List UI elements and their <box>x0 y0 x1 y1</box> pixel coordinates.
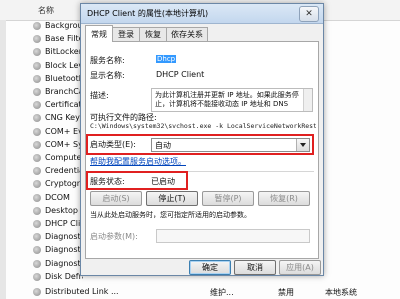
tab-logon[interactable]: 登录 <box>112 27 140 41</box>
gear-icon <box>33 101 41 110</box>
gear-icon <box>33 206 41 215</box>
gear-icon <box>33 48 41 57</box>
close-icon: ✕ <box>305 9 313 19</box>
cancel-button[interactable]: 取消 <box>234 260 276 275</box>
service-name: BranchCache <box>45 87 83 96</box>
gear-icon <box>33 88 41 96</box>
service-name: COM+ System <box>45 139 83 149</box>
service-name: Background <box>45 21 83 30</box>
stop-button[interactable]: 停止(T) <box>146 191 198 206</box>
help-configure-link[interactable]: 帮助我配置服务启动选项。 <box>90 156 186 167</box>
service-name: DCOM <box>45 192 70 202</box>
tab-general[interactable]: 常规 <box>85 25 113 42</box>
description-text: 为此计算机注册并更新 IP 地址。如果此服务停止，计算机将不能接收动态 IP 地… <box>155 91 299 108</box>
service-name-value[interactable]: Dhcp <box>156 55 177 63</box>
start-params-input[interactable] <box>156 229 310 243</box>
gear-icon <box>33 114 41 123</box>
gear-icon <box>33 233 41 242</box>
service-name: Desktop <box>45 205 78 215</box>
gear-icon <box>33 288 41 296</box>
service-name: Disk Defrag <box>45 271 83 281</box>
service-name: Distributed Link ... <box>45 287 119 296</box>
display-name-label: 显示名称: <box>90 71 125 80</box>
tab-general-panel: 服务名称: Dhcp 显示名称: DHCP Client 描述: 为此计算机注册… <box>85 41 319 259</box>
service-startup-type: 禁用 <box>278 288 294 297</box>
description-box[interactable]: 为此计算机注册并更新 IP 地址。如果此服务停止，计算机将不能接收动态 IP 地… <box>151 88 313 112</box>
service-name: Cryptographic <box>45 179 83 189</box>
service-description: 维护... <box>210 288 234 297</box>
service-name: Bluetooth <box>45 73 83 83</box>
dialog-titlebar[interactable]: DHCP Client 的属性(本地计算机) ✕ <box>81 4 323 24</box>
service-name: COM+ Event <box>45 126 83 136</box>
gear-icon <box>33 35 41 44</box>
description-label: 描述: <box>90 91 109 100</box>
service-name: Base Filtering <box>45 34 83 44</box>
gear-icon <box>33 180 41 189</box>
gear-icon <box>33 272 41 281</box>
tab-dependencies[interactable]: 依存关系 <box>166 27 208 41</box>
resume-button[interactable]: 恢复(R) <box>258 191 310 206</box>
gear-icon <box>33 74 41 83</box>
service-name-label: 服务名称: <box>90 56 125 65</box>
service-name: DHCP Client <box>45 219 83 228</box>
gear-icon <box>33 22 41 30</box>
service-name: Certificate <box>45 100 83 110</box>
column-header-name[interactable]: 名称 <box>38 5 54 16</box>
ok-button[interactable]: 确定 <box>189 260 231 275</box>
service-name: Block Level <box>45 60 83 70</box>
tab-recovery[interactable]: 恢复 <box>139 27 167 41</box>
display-name-value[interactable]: DHCP Client <box>156 70 204 79</box>
table-row[interactable]: Distributed Link ... 维护... 禁用 本地系统 <box>0 286 400 298</box>
gear-icon <box>33 220 41 228</box>
params-hint: 当从此处启动服务时，您可指定所适用的启动参数。 <box>90 211 251 219</box>
service-logon-as: 本地系统 <box>325 288 357 297</box>
status-highlight <box>86 171 188 190</box>
gear-icon <box>33 61 41 70</box>
gear-icon <box>33 246 41 255</box>
pause-button[interactable]: 暂停(P) <box>202 191 254 206</box>
start-button[interactable]: 启动(S) <box>90 191 142 206</box>
gear-icon <box>33 154 41 162</box>
service-name: Diagnostic <box>45 258 83 268</box>
description-scrollbar[interactable] <box>303 89 312 111</box>
service-name: Diagnostic <box>45 232 83 242</box>
gear-icon <box>33 259 41 268</box>
gear-icon <box>33 140 41 149</box>
params-label: 启动参数(M): <box>90 232 138 241</box>
gear-icon <box>33 127 41 136</box>
startup-type-highlight <box>86 134 314 155</box>
service-name: Diagnostic <box>45 245 83 255</box>
service-name: Credential <box>45 166 83 176</box>
gear-icon <box>33 193 41 202</box>
exe-path-value: C:\Windows\system32\svchost.exe -k Local… <box>90 122 316 130</box>
service-name: Computer <box>45 153 83 162</box>
dialog-title: DHCP Client 的属性(本地计算机) <box>87 9 209 18</box>
close-button[interactable]: ✕ <box>299 6 319 22</box>
service-name: CNG Key <box>45 113 80 123</box>
service-name: BitLocker <box>45 47 83 57</box>
apply-button[interactable]: 应用(A) <box>279 260 321 275</box>
gear-icon <box>33 167 41 176</box>
service-properties-dialog: DHCP Client 的属性(本地计算机) ✕ 常规 登录 恢复 依存关系 服… <box>80 3 324 276</box>
